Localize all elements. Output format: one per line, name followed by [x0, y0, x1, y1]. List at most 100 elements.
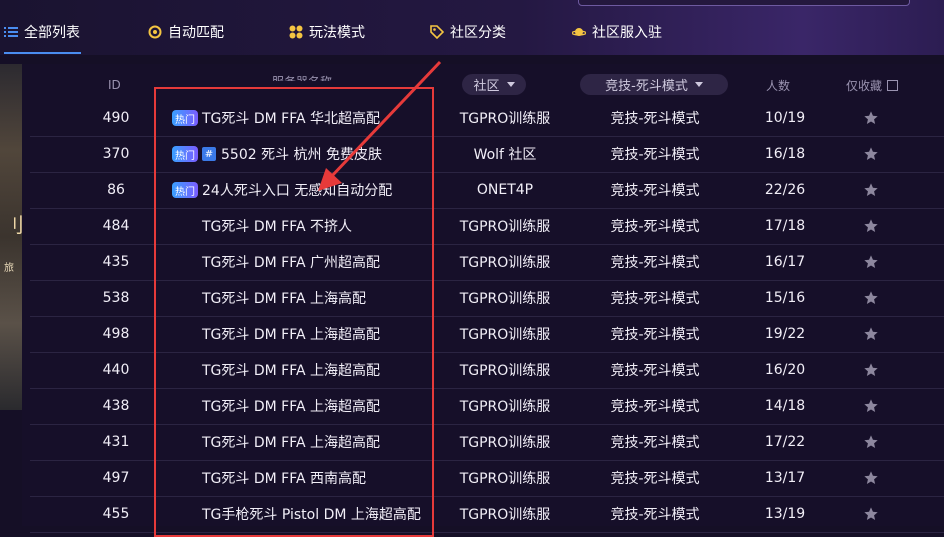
server-name-cell: TG死斗 DM FFA 上海超高配 [172, 316, 442, 352]
server-name-cell: TG死斗 DM FFA 上海超高配 [172, 388, 442, 424]
player-count: 10/19 [764, 110, 806, 126]
star-icon [864, 399, 878, 412]
server-name-cell: TG死斗 DM FFA 上海超高配 [172, 424, 442, 460]
player-count: 16/17 [764, 254, 806, 270]
table-row[interactable]: 490 热门 TG死斗 DM FFA 华北超高配 TGPRO训练服 竞技-死斗模式 10/… [30, 100, 944, 137]
hot-badge: 热门 [172, 110, 198, 126]
favorite-star-icon[interactable] [858, 172, 884, 208]
list-icon [4, 27, 18, 37]
server-mode: 竞技-死斗模式 [610, 471, 700, 487]
server-mode: 竞技-死斗模式 [610, 111, 700, 127]
hot-badge: 热门 [172, 182, 198, 198]
server-mode: 竞技-死斗模式 [610, 291, 700, 307]
favorite-star-icon[interactable] [858, 388, 884, 424]
tab-label: 社区服入驻 [592, 25, 662, 41]
chevron-down-icon [506, 82, 515, 87]
top-nav: 全部列表 自动匹配 玩法模式 社区分类 社区服入驻 [0, 0, 944, 55]
table-row[interactable]: 370 热门 #5502 死斗 杭州 免费皮肤 Wolf 社区 竞技-死斗模式 16/18 [30, 136, 944, 173]
server-id: 86 [107, 182, 125, 198]
server-mode: 竞技-死斗模式 [610, 219, 700, 235]
hashtag-icon: # [202, 147, 216, 161]
star-icon [864, 435, 878, 448]
favorite-star-icon[interactable] [858, 352, 884, 388]
server-community: TGPRO训练服 [459, 327, 551, 343]
table-row[interactable]: 497 TG死斗 DM FFA 西南高配 TGPRO训练服 竞技-死斗模式 13/17 [30, 460, 944, 497]
server-name-cell: 热门 #5502 死斗 杭州 免费皮肤 [172, 136, 442, 172]
server-id: 484 [102, 218, 130, 234]
tab-label: 玩法模式 [309, 25, 365, 41]
server-name-cell: TG死斗 DM FFA 上海高配 [172, 280, 442, 316]
server-mode: 竞技-死斗模式 [610, 255, 700, 271]
table-row[interactable]: 455 TG手枪死斗 Pistol DM 上海超高配 TGPRO训练服 竞技-死斗模式… [30, 496, 944, 533]
poster-title: 刂 [4, 213, 24, 237]
community-filter-dropdown[interactable]: 社区 [462, 74, 526, 95]
table-row[interactable]: 538 TG死斗 DM FFA 上海高配 TGPRO训练服 竞技-死斗模式 15/16 [30, 280, 944, 317]
side-poster[interactable]: 刂 旅 [0, 64, 24, 410]
mode-filter-dropdown[interactable]: 竞技-死斗模式 [580, 74, 728, 95]
table-row[interactable]: 435 TG死斗 DM FFA 广州超高配 TGPRO训练服 竞技-死斗模式 16/17 [30, 244, 944, 281]
server-community: TGPRO训练服 [459, 363, 551, 379]
favorite-star-icon[interactable] [858, 496, 884, 532]
server-mode: 竞技-死斗模式 [610, 399, 700, 415]
server-mode: 竞技-死斗模式 [610, 363, 700, 379]
favorites-only-toggle[interactable]: 仅收藏 [846, 76, 899, 94]
favorite-star-icon[interactable] [858, 460, 884, 496]
favorite-star-icon[interactable] [858, 208, 884, 244]
server-community: TGPRO训练服 [459, 219, 551, 235]
server-name: TG死斗 DM FFA 上海超高配 [202, 327, 381, 343]
grid-icon [289, 25, 303, 39]
star-icon [864, 291, 878, 304]
server-id: 538 [102, 290, 130, 306]
server-community: TGPRO训练服 [459, 291, 551, 307]
favorite-star-icon[interactable] [858, 280, 884, 316]
server-name: TG死斗 DM FFA 不挤人 [202, 219, 353, 235]
table-row[interactable]: 440 TG死斗 DM FFA 上海超高配 TGPRO训练服 竞技-死斗模式 16/20 [30, 352, 944, 389]
favorites-checkbox[interactable] [887, 79, 899, 91]
player-count: 16/18 [764, 146, 806, 162]
player-count: 15/16 [764, 290, 806, 306]
tab-community-category[interactable]: 社区分类 [430, 20, 506, 44]
server-id: 455 [102, 506, 130, 522]
tab-community-join[interactable]: 社区服入驻 [572, 20, 662, 44]
server-name: TG手枪死斗 Pistol DM 上海超高配 [202, 507, 421, 523]
star-icon [864, 111, 878, 124]
server-name: TG死斗 DM FFA 西南高配 [202, 471, 367, 487]
server-community: Wolf 社区 [473, 147, 537, 163]
player-count: 14/18 [764, 398, 806, 414]
star-icon [864, 219, 878, 232]
planet-icon [572, 28, 586, 36]
tab-auto-match[interactable]: 自动匹配 [148, 20, 224, 44]
mode-filter-label: 竞技-死斗模式 [605, 79, 688, 94]
server-community: ONET4P [476, 182, 534, 198]
tab-label: 自动匹配 [168, 25, 224, 41]
server-community: TGPRO训练服 [459, 471, 551, 487]
search-input[interactable] [578, 0, 910, 6]
table-row[interactable]: 498 TG死斗 DM FFA 上海超高配 TGPRO训练服 竞技-死斗模式 19/22 [30, 316, 944, 353]
community-filter-label: 社区 [473, 79, 500, 94]
favorite-star-icon[interactable] [858, 316, 884, 352]
table-row[interactable]: 86 热门 24人死斗入口 无感知自动分配 ONET4P 竞技-死斗模式 22/26 [30, 172, 944, 209]
tab-play-mode[interactable]: 玩法模式 [289, 20, 365, 44]
table-row[interactable]: 431 TG死斗 DM FFA 上海超高配 TGPRO训练服 竞技-死斗模式 17/22 [30, 424, 944, 461]
star-icon [864, 327, 878, 340]
favorite-star-icon[interactable] [858, 136, 884, 172]
tab-label: 全部列表 [24, 25, 80, 41]
table-row[interactable]: 484 TG死斗 DM FFA 不挤人 TGPRO训练服 竞技-死斗模式 17/18 [30, 208, 944, 245]
star-icon [864, 183, 878, 196]
server-name-cell: 热门 24人死斗入口 无感知自动分配 [172, 172, 442, 208]
favorite-star-icon[interactable] [858, 100, 884, 136]
server-mode: 竞技-死斗模式 [610, 507, 700, 523]
active-tab-indicator [4, 52, 81, 54]
star-icon [864, 147, 878, 160]
player-count: 22/26 [764, 182, 806, 198]
table-row[interactable]: 438 TG死斗 DM FFA 上海超高配 TGPRO训练服 竞技-死斗模式 14/18 [30, 388, 944, 425]
favorite-star-icon[interactable] [858, 424, 884, 460]
favorite-star-icon[interactable] [858, 244, 884, 280]
server-mode: 竞技-死斗模式 [610, 183, 700, 199]
server-name-cell: TG死斗 DM FFA 不挤人 [172, 208, 442, 244]
server-id: 498 [102, 326, 130, 342]
player-count: 13/19 [764, 506, 806, 522]
server-id: 431 [102, 434, 130, 450]
server-id: 435 [102, 254, 130, 270]
tab-all-list[interactable]: 全部列表 [4, 20, 80, 44]
